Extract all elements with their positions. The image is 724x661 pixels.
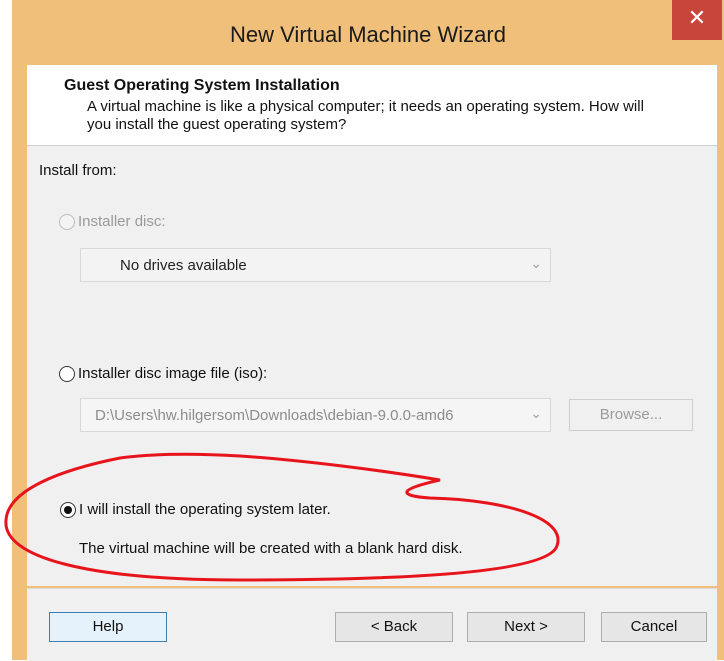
installer-disc-label: Installer disc: bbox=[78, 213, 166, 230]
installer-disc-radio[interactable] bbox=[59, 214, 75, 230]
cancel-button[interactable]: Cancel bbox=[601, 612, 707, 642]
dropdown-value: No drives available bbox=[120, 257, 247, 274]
iso-radio[interactable] bbox=[59, 366, 75, 382]
window-title: New Virtual Machine Wizard bbox=[230, 22, 506, 47]
iso-path-value: D:\Users\hw.hilgersom\Downloads\debian-9… bbox=[95, 407, 454, 424]
install-later-radio[interactable] bbox=[60, 502, 76, 518]
installer-disc-dropdown[interactable]: No drives available ⌄ bbox=[80, 248, 551, 282]
wizard-window: New Virtual Machine Wizard ✕ Guest Opera… bbox=[12, 0, 724, 661]
page-title: Guest Operating System Installation bbox=[64, 77, 340, 94]
wizard-body: Install from: Installer disc: No drives … bbox=[27, 146, 717, 586]
help-button[interactable]: Help bbox=[49, 612, 167, 642]
wizard-footer: Help < Back Next > Cancel bbox=[27, 588, 717, 661]
back-button[interactable]: < Back bbox=[335, 612, 453, 642]
install-from-label: Install from: bbox=[39, 162, 117, 179]
chevron-down-icon: ⌄ bbox=[530, 255, 542, 271]
close-icon: ✕ bbox=[687, 6, 707, 31]
chevron-down-icon: ⌄ bbox=[530, 405, 542, 421]
page-description: A virtual machine is like a physical com… bbox=[87, 98, 644, 133]
iso-path-input[interactable]: D:\Users\hw.hilgersom\Downloads\debian-9… bbox=[80, 398, 551, 432]
install-later-description: The virtual machine will be created with… bbox=[79, 540, 463, 557]
install-later-label: I will install the operating system late… bbox=[79, 501, 331, 518]
browse-button[interactable]: Browse... bbox=[569, 399, 693, 431]
iso-label: Installer disc image file (iso): bbox=[78, 365, 268, 382]
radio-selected-dot bbox=[64, 506, 72, 514]
wizard-header: Guest Operating System Installation A vi… bbox=[27, 65, 717, 146]
close-button[interactable]: ✕ bbox=[672, 0, 722, 40]
next-button[interactable]: Next > bbox=[467, 612, 585, 642]
title-bar[interactable]: New Virtual Machine Wizard ✕ bbox=[12, 0, 724, 75]
